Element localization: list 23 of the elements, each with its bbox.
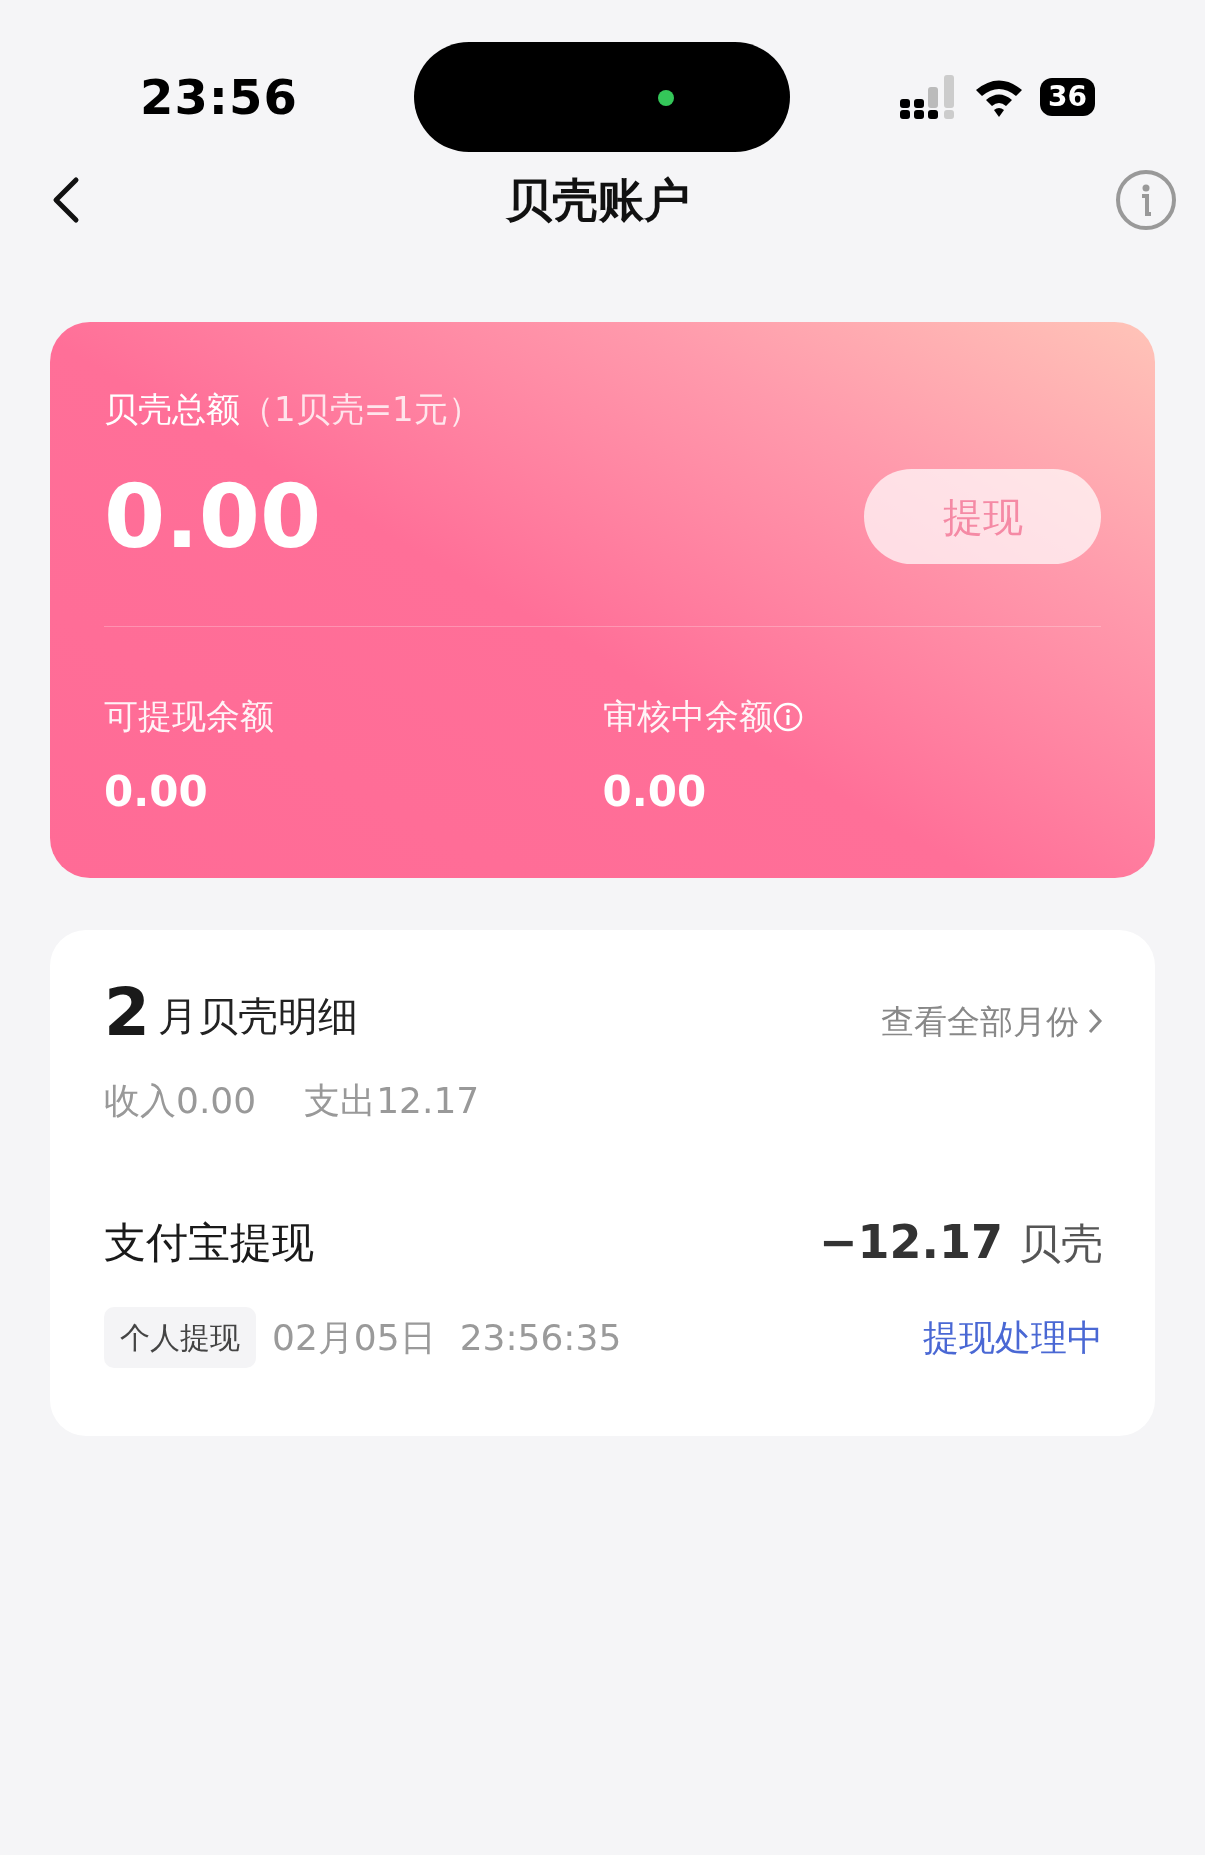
balance-label: 审核中余额 (602, 695, 773, 738)
income-summary: 收入0.00 (104, 1079, 257, 1123)
transaction-status: 提现处理中 (923, 1315, 1103, 1360)
currency-unit: 贝壳 (1019, 1218, 1103, 1270)
view-all-link[interactable]: 查看全部月份 (881, 996, 1103, 1046)
expense-summary: 支出12.17 (304, 1079, 480, 1123)
transaction-title: 支付宝提现 (104, 1217, 314, 1269)
balance-label: 可提现余额 (104, 695, 274, 738)
page-title: 贝壳账户 (505, 171, 690, 229)
transaction-amount: −12.17 (818, 1214, 1003, 1271)
transaction-date: 02月05日 (272, 1315, 436, 1360)
balance-label: 贝壳总额（1贝壳=1元） (104, 388, 483, 431)
status-time: 23:56 (140, 68, 298, 127)
balance-amount: 0.00 (104, 766, 209, 818)
balance-amount: 0.00 (104, 472, 322, 561)
transaction-time: 23:56:35 (459, 1315, 622, 1360)
month-number: 2 (104, 980, 150, 1046)
balance-amount: 0.00 (602, 766, 708, 818)
transaction-tag: 个人提现 (104, 1307, 256, 1368)
battery-indicator: 36 (1040, 78, 1095, 116)
chevron-right-icon (1087, 1007, 1103, 1036)
info-icon[interactable] (1115, 169, 1177, 231)
section-title: 月贝壳明细 (157, 992, 358, 1041)
